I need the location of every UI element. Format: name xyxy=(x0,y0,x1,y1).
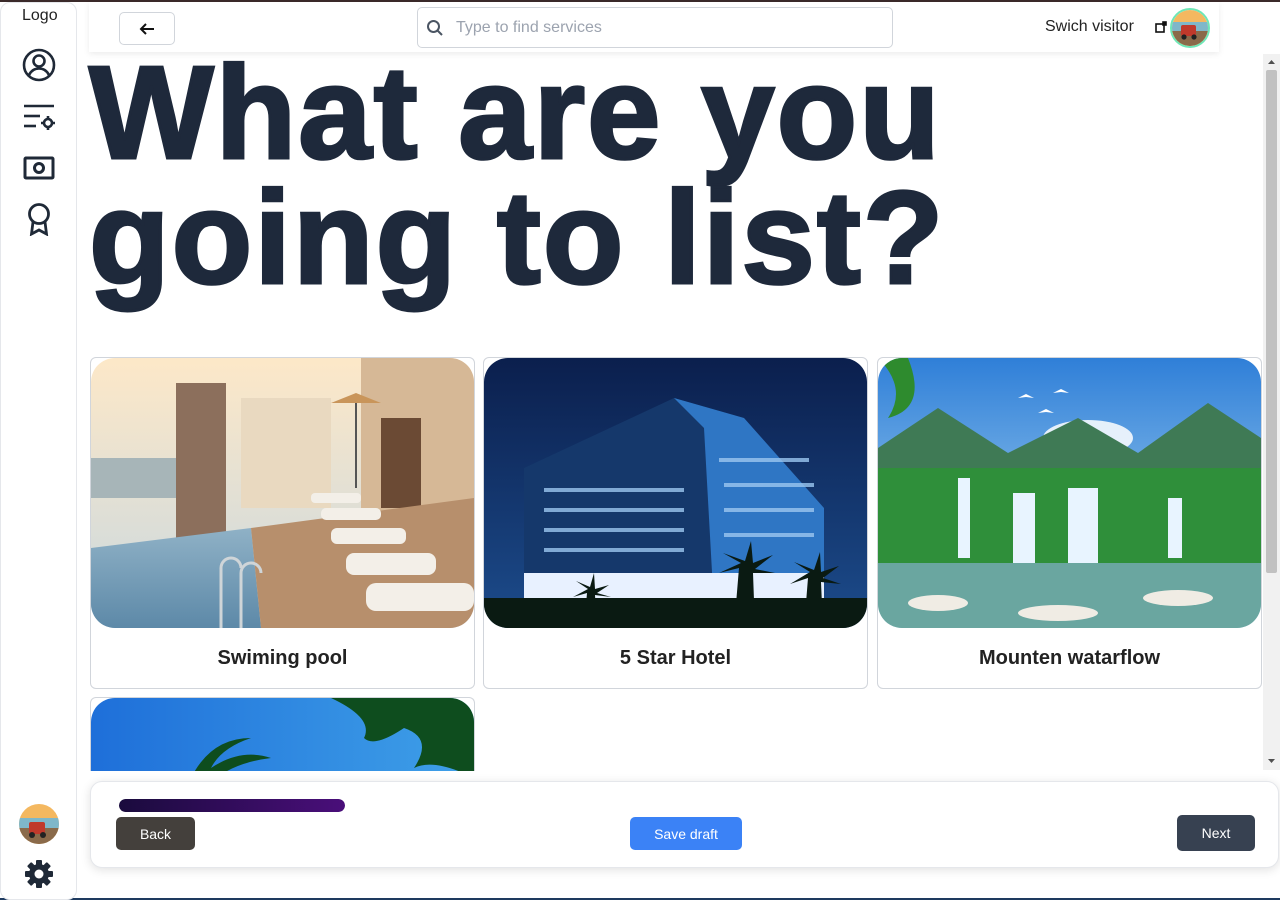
card-image xyxy=(484,358,867,628)
banknote-icon[interactable] xyxy=(21,150,57,186)
arrow-left-icon xyxy=(139,22,154,35)
page-title: What are you going to list? xyxy=(88,39,946,311)
save-draft-button[interactable]: Save draft xyxy=(630,817,742,850)
avatar[interactable] xyxy=(19,804,59,844)
card-image xyxy=(91,358,474,628)
search-input[interactable] xyxy=(456,16,876,40)
user-avatar[interactable] xyxy=(1170,8,1210,48)
service-card-beach[interactable] xyxy=(90,697,475,771)
scrollbar-thumb[interactable] xyxy=(1266,70,1277,573)
scroll-down-icon[interactable] xyxy=(1266,755,1277,767)
service-card-5-star-hotel[interactable]: 5 Star Hotel xyxy=(483,357,868,689)
gear-icon[interactable] xyxy=(21,856,57,892)
card-image xyxy=(91,698,474,771)
list-settings-icon[interactable] xyxy=(21,99,57,135)
switch-icon[interactable] xyxy=(1155,21,1167,33)
progress-fill xyxy=(119,799,345,812)
award-icon[interactable] xyxy=(21,201,57,237)
scroll-up-icon[interactable] xyxy=(1266,56,1277,68)
switch-visitor-link[interactable]: Swich visitor xyxy=(1045,18,1134,36)
card-label: 5 Star Hotel xyxy=(619,647,732,669)
logo: Logo xyxy=(22,7,58,24)
service-card-mountain-waterfall[interactable]: Mounten watarflow xyxy=(877,357,1262,689)
back-button[interactable]: Back xyxy=(116,817,195,850)
card-image xyxy=(878,358,1261,628)
search-icon xyxy=(427,20,443,36)
progress-bar xyxy=(119,799,345,812)
sidebar: Logo xyxy=(0,2,77,900)
user-circle-icon[interactable] xyxy=(21,47,57,83)
card-label: Mounten watarflow xyxy=(978,647,1161,669)
footer-bar: Back Save draft Next xyxy=(90,781,1279,868)
next-button[interactable]: Next xyxy=(1177,815,1255,851)
service-card-swimming-pool[interactable]: Swiming pool xyxy=(90,357,475,689)
card-label: Swiming pool xyxy=(217,647,348,669)
